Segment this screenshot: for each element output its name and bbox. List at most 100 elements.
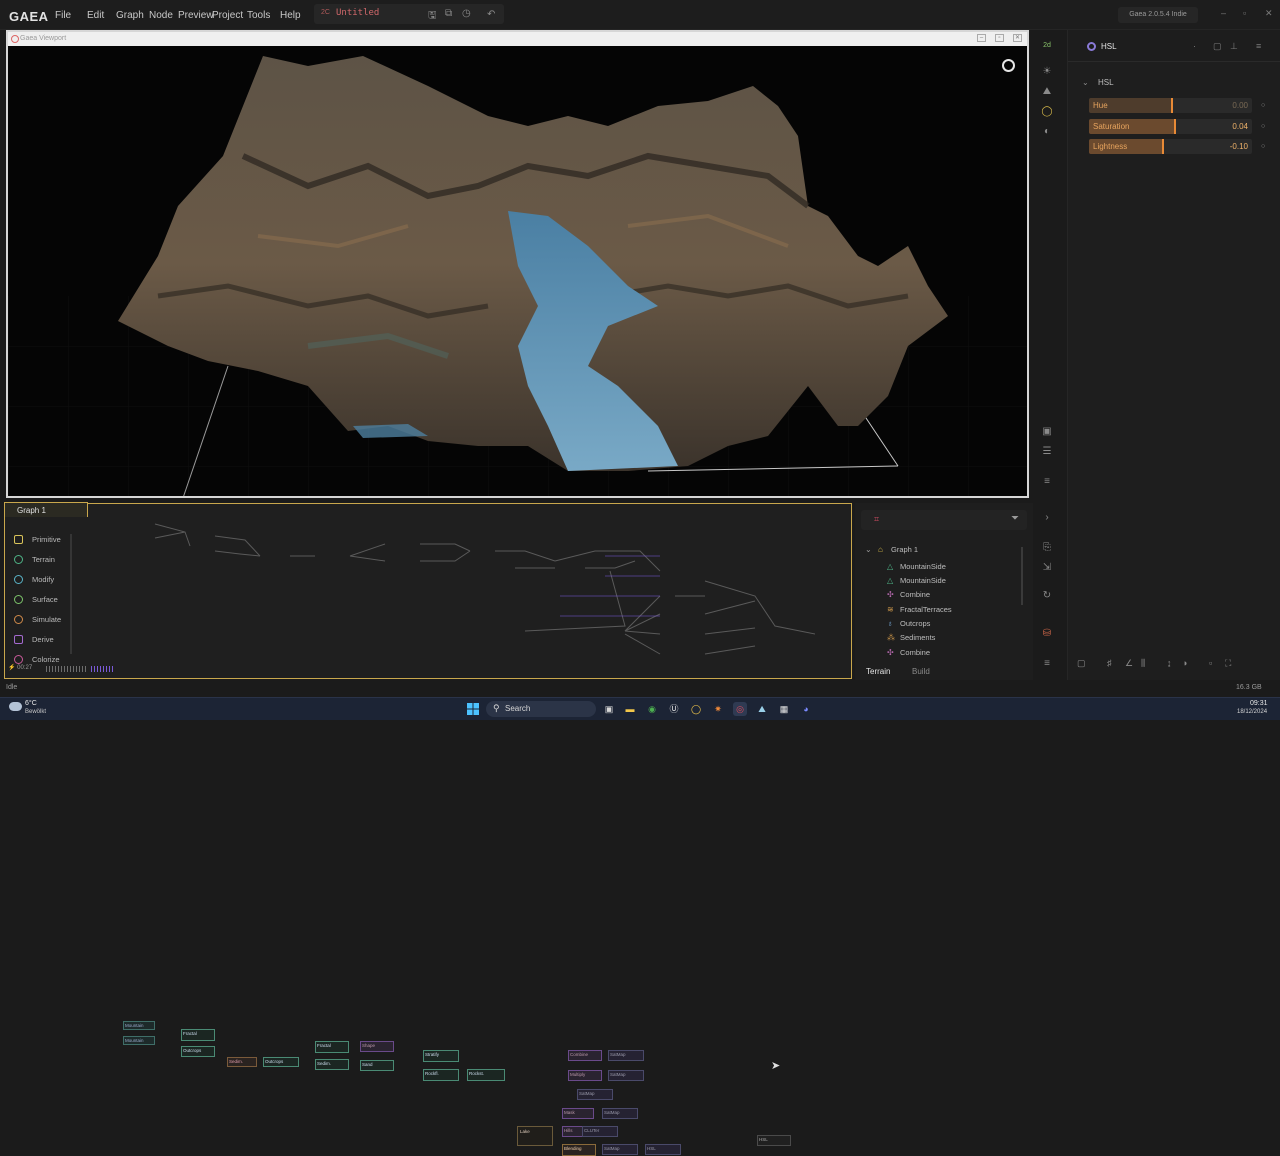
- square-icon[interactable]: ▫: [1209, 658, 1212, 668]
- refresh-icon[interactable]: ↻: [1041, 590, 1053, 601]
- export-icon[interactable]: ⎘: [1041, 542, 1053, 553]
- slider-marker[interactable]: [1174, 119, 1176, 134]
- unreal-icon[interactable]: Ⓤ: [667, 702, 681, 716]
- graph-node[interactable]: CLUTer: [582, 1126, 618, 1137]
- param-value[interactable]: 0.04: [1232, 122, 1248, 131]
- graph-node[interactable]: Rockfl.: [423, 1069, 459, 1081]
- columns-icon[interactable]: ⫼: [1141, 658, 1145, 669]
- active-app-icon[interactable]: ◎: [733, 702, 747, 716]
- palette-modify[interactable]: Modify: [12, 575, 54, 584]
- viewport-maximize-button[interactable]: ▫: [995, 34, 1004, 42]
- node-graph[interactable]: [115, 516, 815, 666]
- tree-item[interactable]: ⁂ Sediments: [887, 633, 935, 642]
- tree-item[interactable]: ≋ FractalTerraces: [887, 605, 952, 614]
- slider-marker[interactable]: [1171, 98, 1173, 113]
- fullscreen-icon[interactable]: ⛶: [1225, 658, 1231, 669]
- graph-node[interactable]: Multiply: [568, 1070, 602, 1081]
- list-icon[interactable]: ≡: [1041, 476, 1053, 487]
- graph-node[interactable]: SatMap: [577, 1089, 613, 1100]
- render-indicator-icon[interactable]: [1002, 59, 1015, 72]
- param-value[interactable]: -0.10: [1230, 142, 1248, 151]
- graph-node[interactable]: Outcrops: [263, 1057, 299, 1067]
- contrast-icon[interactable]: ◐: [1041, 126, 1053, 137]
- menu-icon[interactable]: ≡: [1041, 658, 1053, 669]
- graph-node[interactable]: Sedim.: [227, 1057, 257, 1067]
- graph-node[interactable]: Rockst.: [467, 1069, 505, 1081]
- graph-node[interactable]: SatMap: [602, 1144, 638, 1155]
- terrain-view-icon[interactable]: ⛰: [1041, 86, 1053, 97]
- discord-icon[interactable]: ◕: [799, 702, 813, 716]
- tree-search-input[interactable]: ⌗ ⏷: [861, 510, 1027, 530]
- palette-surface[interactable]: Surface: [12, 595, 58, 604]
- terrain-render[interactable]: [8, 46, 1027, 498]
- graph-node[interactable]: SatMap: [608, 1050, 644, 1061]
- gaea-taskbar-icon[interactable]: ◯: [689, 702, 703, 716]
- viewport-titlebar[interactable]: Gaea Viewport – ▫ ✕: [8, 32, 1027, 46]
- menu-help[interactable]: Help: [280, 10, 301, 21]
- graph-editor[interactable]: Mountain Mountain Fractal Outcrops Sedim…: [4, 503, 852, 1156]
- tree-item[interactable]: ♁ Outcrops: [887, 619, 930, 628]
- task-view-icon[interactable]: ▣: [602, 702, 616, 716]
- 2d-view-icon[interactable]: 2d: [1041, 42, 1053, 49]
- menu-file[interactable]: File: [55, 10, 71, 21]
- copy-icon[interactable]: ⧉: [445, 8, 452, 19]
- graph-node[interactable]: Sand: [360, 1060, 394, 1071]
- graph-node[interactable]: SatMap: [608, 1070, 644, 1081]
- palette-terrain[interactable]: Terrain: [12, 555, 55, 564]
- graph-node[interactable]: Lake: [517, 1126, 553, 1146]
- menu-edit[interactable]: Edit: [87, 10, 104, 21]
- restore-icon[interactable]: ▫: [1243, 8, 1246, 18]
- keyframe-dot-icon[interactable]: ○: [1261, 143, 1265, 150]
- close-icon[interactable]: ✕: [1265, 8, 1273, 19]
- tree-item[interactable]: △ MountainSide: [887, 562, 946, 571]
- palette-derive[interactable]: Derive: [12, 635, 54, 644]
- bake-icon[interactable]: ⛁: [1041, 628, 1053, 639]
- palette-simulate[interactable]: Simulate: [12, 615, 61, 624]
- cloud-icon[interactable]: [9, 702, 22, 711]
- settings-icon[interactable]: ◑: [1182, 658, 1187, 668]
- viewport-minimize-button[interactable]: –: [977, 34, 986, 42]
- chevron-down-icon[interactable]: ⌄: [1082, 78, 1089, 87]
- clock-time[interactable]: 09:31: [1250, 700, 1268, 707]
- section-title[interactable]: HSL: [1098, 78, 1114, 87]
- tab-build[interactable]: Build: [912, 667, 930, 676]
- graph-node[interactable]: Mountain: [123, 1036, 155, 1045]
- param-value[interactable]: 0.00: [1232, 101, 1248, 110]
- tab-terrain[interactable]: Terrain: [866, 667, 890, 676]
- window-icon[interactable]: ▢: [1213, 41, 1222, 52]
- tree-item[interactable]: ✣ Combine: [887, 648, 930, 657]
- menu-project[interactable]: Project: [212, 10, 243, 21]
- graph-node[interactable]: Sedim.: [315, 1059, 349, 1070]
- graph-node[interactable]: HSL: [757, 1135, 791, 1146]
- panel-icon[interactable]: ▣: [1041, 426, 1053, 437]
- undo-icon[interactable]: ↶: [487, 9, 495, 20]
- menu-node[interactable]: Node: [149, 10, 173, 21]
- slider-marker[interactable]: [1162, 139, 1164, 154]
- file-explorer-icon[interactable]: ▬: [623, 702, 637, 716]
- tree-root[interactable]: ⌄ ⌂ Graph 1: [865, 545, 918, 554]
- hue-slider[interactable]: Hue 0.00: [1089, 98, 1252, 113]
- viewport-close-button[interactable]: ✕: [1013, 34, 1022, 42]
- sculpt-icon[interactable]: ♯: [1107, 658, 1112, 668]
- graph-node[interactable]: Mask: [562, 1108, 594, 1119]
- keyframe-dot-icon[interactable]: ○: [1261, 123, 1265, 130]
- hamburger-icon[interactable]: ≡: [1256, 41, 1261, 51]
- save-icon[interactable]: 🖫: [428, 8, 437, 25]
- chrome-icon[interactable]: ◉: [645, 702, 659, 716]
- blender-icon[interactable]: ✷: [711, 702, 725, 716]
- select-icon[interactable]: ▢: [1077, 658, 1086, 669]
- graph-node[interactable]: Stratify: [423, 1050, 459, 1062]
- minimize-icon[interactable]: –: [1221, 8, 1226, 18]
- tree-scrollbar[interactable]: [1021, 547, 1023, 605]
- palette-primitive[interactable]: Primitive: [12, 535, 61, 544]
- menu-preview[interactable]: Preview: [178, 10, 214, 21]
- graph-node[interactable]: Mountain: [123, 1021, 155, 1030]
- pin-icon[interactable]: ⊥: [1230, 41, 1238, 52]
- weather-description[interactable]: Bewölkt: [25, 709, 46, 715]
- graph-node[interactable]: Fractal: [181, 1029, 215, 1041]
- app-icon[interactable]: ⛰: [755, 702, 769, 716]
- document-title[interactable]: Untitled: [336, 8, 379, 18]
- build-icon[interactable]: ⇲: [1041, 562, 1053, 573]
- layers-icon[interactable]: ☰: [1041, 446, 1053, 457]
- filter-icon[interactable]: ⏷: [1011, 513, 1019, 524]
